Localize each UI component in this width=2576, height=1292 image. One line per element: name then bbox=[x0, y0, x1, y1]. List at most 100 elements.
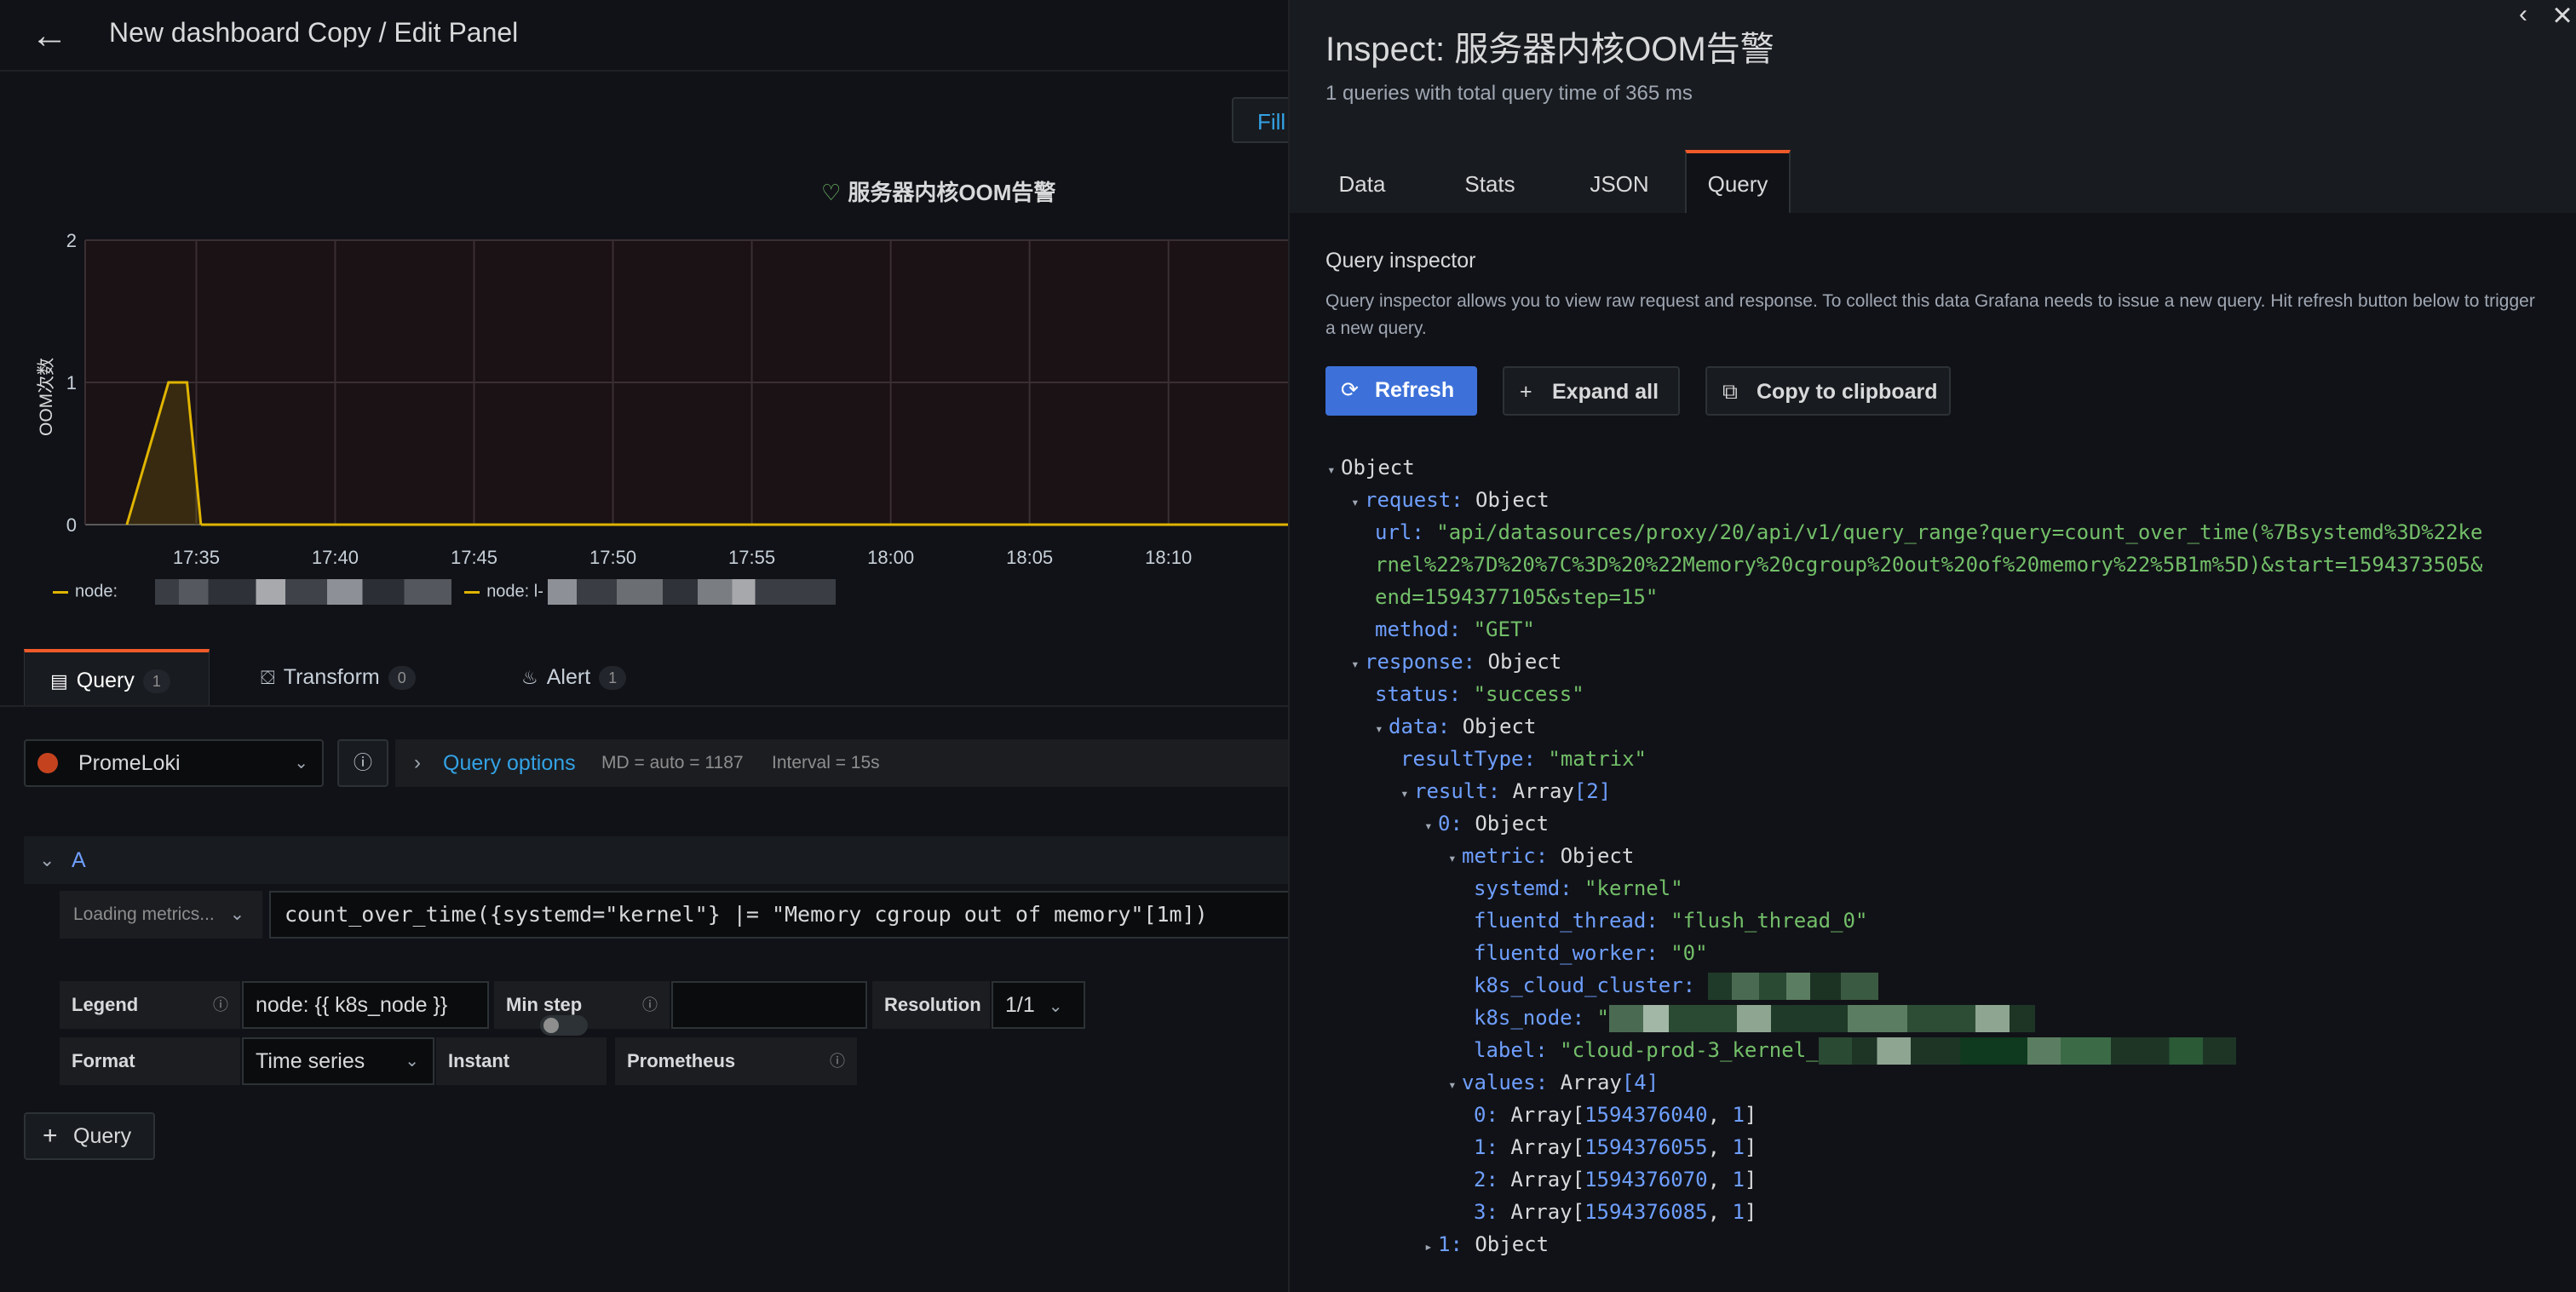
x-tick-label: 17:35 bbox=[173, 547, 220, 568]
json-response[interactable]: ▾ response: Object bbox=[1351, 646, 1561, 680]
info-icon[interactable]: ⓘ bbox=[642, 981, 658, 1029]
resolution-value: 1/1 bbox=[1005, 993, 1035, 1017]
x-tick-label: 17:45 bbox=[451, 547, 497, 568]
metrics-selector-label: Loading metrics... bbox=[73, 904, 215, 924]
json-length: [4] bbox=[1621, 1071, 1659, 1094]
x-tick-label: 17:40 bbox=[312, 547, 359, 568]
json-type: Object bbox=[1462, 715, 1537, 738]
tab-stats[interactable]: Stats bbox=[1448, 150, 1532, 213]
add-query-button[interactable]: + Query bbox=[24, 1112, 155, 1160]
redacted-node-name-2 bbox=[548, 579, 837, 605]
json-result-1[interactable]: ▸ 1: Object bbox=[1424, 1228, 1549, 1263]
chevron-down-icon: ⌄ bbox=[294, 754, 308, 772]
chevron-down-icon: ⌄ bbox=[39, 849, 55, 870]
json-value-3[interactable]: 3: Array[1594376085, 1] bbox=[1474, 1196, 1757, 1228]
tab-data[interactable]: Data bbox=[1325, 150, 1399, 213]
tab-transform[interactable]: ⛋ Transform 0 bbox=[261, 649, 416, 705]
json-key: data: bbox=[1389, 715, 1451, 738]
tab-query[interactable]: ▤ Query 1 bbox=[24, 649, 210, 705]
query-options-bar[interactable]: › Query options MD = auto = 1187 Interva… bbox=[395, 739, 1288, 787]
json-key: values: bbox=[1462, 1071, 1549, 1094]
collapse-left-icon[interactable]: ‹ bbox=[2503, 0, 2544, 34]
json-root[interactable]: ▾ Object bbox=[1327, 451, 1415, 486]
expand-all-button[interactable]: + Expand all bbox=[1503, 366, 1680, 416]
close-icon[interactable]: × bbox=[2542, 0, 2576, 34]
info-icon[interactable]: ⓘ bbox=[830, 1037, 845, 1085]
inspector-title: Inspect: 服务器内核OOM告警 bbox=[1325, 31, 1774, 68]
tab-query-inspector[interactable]: Query bbox=[1685, 150, 1791, 213]
json-string: "matrix" bbox=[1548, 747, 1647, 771]
fill-button[interactable]: Fill bbox=[1232, 97, 1288, 143]
prometheus-label: Prometheus ⓘ bbox=[615, 1037, 857, 1085]
query-options-label[interactable]: Query options bbox=[443, 739, 576, 787]
top-bar: ← New dashboard Copy / Edit Panel bbox=[0, 0, 1288, 72]
json-number: 1 bbox=[1732, 1135, 1745, 1159]
json-key: resultType: bbox=[1400, 747, 1536, 771]
instant-toggle[interactable] bbox=[540, 1015, 588, 1036]
database-icon: ▤ bbox=[50, 670, 68, 692]
help-icon[interactable]: ⓘ bbox=[337, 739, 388, 787]
json-url-line-2: rnel%22%7D%20%7C%3D%20%22Memory%20cgroup… bbox=[1375, 548, 2482, 581]
toggle-knob bbox=[543, 1018, 559, 1033]
refresh-button[interactable]: ⟳ Refresh bbox=[1325, 366, 1477, 416]
min-step-input[interactable] bbox=[671, 981, 867, 1029]
json-url-line-1: url: "api/datasources/proxy/20/api/v1/qu… bbox=[1375, 516, 2482, 548]
json-request[interactable]: ▾ request: Object bbox=[1351, 484, 1550, 519]
resolution-select[interactable]: 1/1 ⌄ bbox=[992, 981, 1085, 1029]
tabs-divider bbox=[0, 705, 1288, 707]
json-type: Object bbox=[1487, 650, 1562, 674]
json-length: [2] bbox=[1573, 779, 1612, 803]
query-row-header[interactable]: ⌄ A bbox=[24, 836, 1288, 884]
json-type: Object bbox=[1560, 844, 1635, 868]
legend-label-text: Legend bbox=[72, 994, 139, 1015]
tab-alert[interactable]: ♨ Alert 1 bbox=[521, 649, 627, 705]
json-string: "api/datasources/proxy/20/api/v1/query_r… bbox=[1436, 520, 2483, 544]
json-k8s-cloud-cluster: k8s_cloud_cluster: bbox=[1474, 969, 1878, 1002]
json-key: url: bbox=[1375, 520, 1424, 544]
back-arrow-icon[interactable]: ← bbox=[26, 12, 73, 60]
x-tick-label: 17:50 bbox=[589, 547, 636, 568]
json-value-1[interactable]: 1: Array[1594376055, 1] bbox=[1474, 1131, 1757, 1163]
json-key: 3: bbox=[1474, 1200, 1498, 1224]
json-value-2[interactable]: 2: Array[1594376070, 1] bbox=[1474, 1163, 1757, 1196]
query-expression-input[interactable]: count_over_time({systemd="kernel"} |= "M… bbox=[269, 891, 1288, 939]
datasource-select[interactable]: PromeLoki ⌄ bbox=[24, 739, 324, 787]
legend-item-1-label[interactable]: node: bbox=[75, 582, 118, 600]
datasource-name: PromeLoki bbox=[78, 751, 181, 775]
json-key: result: bbox=[1414, 779, 1501, 803]
info-icon[interactable]: ⓘ bbox=[213, 981, 228, 1029]
json-fluentd-thread: fluentd_thread: "flush_thread_0" bbox=[1474, 904, 1867, 937]
caret-down-icon: ▾ bbox=[1351, 656, 1360, 672]
json-key: status: bbox=[1375, 682, 1462, 706]
inspector-subtitle: 1 queries with total query time of 365 m… bbox=[1325, 82, 1693, 105]
metrics-selector[interactable]: Loading metrics... ⌄ bbox=[60, 891, 262, 939]
json-number: 1 bbox=[1732, 1200, 1745, 1224]
caret-down-icon: ▾ bbox=[1448, 850, 1457, 866]
json-key: k8s_cloud_cluster: bbox=[1474, 973, 1696, 997]
tab-alert-label: Alert bbox=[546, 665, 591, 689]
copy-icon: ⧉ bbox=[1722, 380, 1738, 404]
json-metric[interactable]: ▾ metric: Object bbox=[1448, 840, 1634, 875]
json-key: fluentd_worker: bbox=[1474, 941, 1659, 965]
json-value-0[interactable]: 0: Array[1594376040, 1] bbox=[1474, 1099, 1757, 1131]
json-values[interactable]: ▾ values: Array[4] bbox=[1448, 1066, 1659, 1101]
json-k8s-node: k8s_node: " bbox=[1474, 1002, 2035, 1034]
json-result[interactable]: ▾ result: Array[2] bbox=[1400, 775, 1611, 810]
y-tick-label: 2 bbox=[66, 230, 77, 251]
format-select[interactable]: Time series ⌄ bbox=[242, 1037, 434, 1085]
instant-label: Instant bbox=[436, 1037, 607, 1085]
copy-to-clipboard-button[interactable]: ⧉ Copy to clipboard bbox=[1705, 366, 1951, 416]
inspector-tabs: Data Stats JSON Query bbox=[1290, 150, 2576, 215]
caret-down-icon: ▾ bbox=[1400, 785, 1409, 801]
json-key: request: bbox=[1365, 488, 1463, 512]
json-data[interactable]: ▾ data: Object bbox=[1375, 710, 1536, 745]
legend-swatch bbox=[53, 590, 68, 594]
panel-title[interactable]: ♡ 服务器内核OOM告警 bbox=[821, 175, 1055, 210]
format-value: Time series bbox=[256, 1049, 365, 1073]
tab-transform-count: 0 bbox=[388, 666, 416, 691]
legend-format-input[interactable]: node: {{ k8s_node }} bbox=[242, 981, 489, 1029]
legend-item-2-label[interactable]: node: l- bbox=[486, 582, 543, 600]
tab-json[interactable]: JSON bbox=[1574, 150, 1665, 213]
json-key: systemd: bbox=[1474, 876, 1573, 900]
json-result-0[interactable]: ▾ 0: Object bbox=[1424, 807, 1549, 842]
